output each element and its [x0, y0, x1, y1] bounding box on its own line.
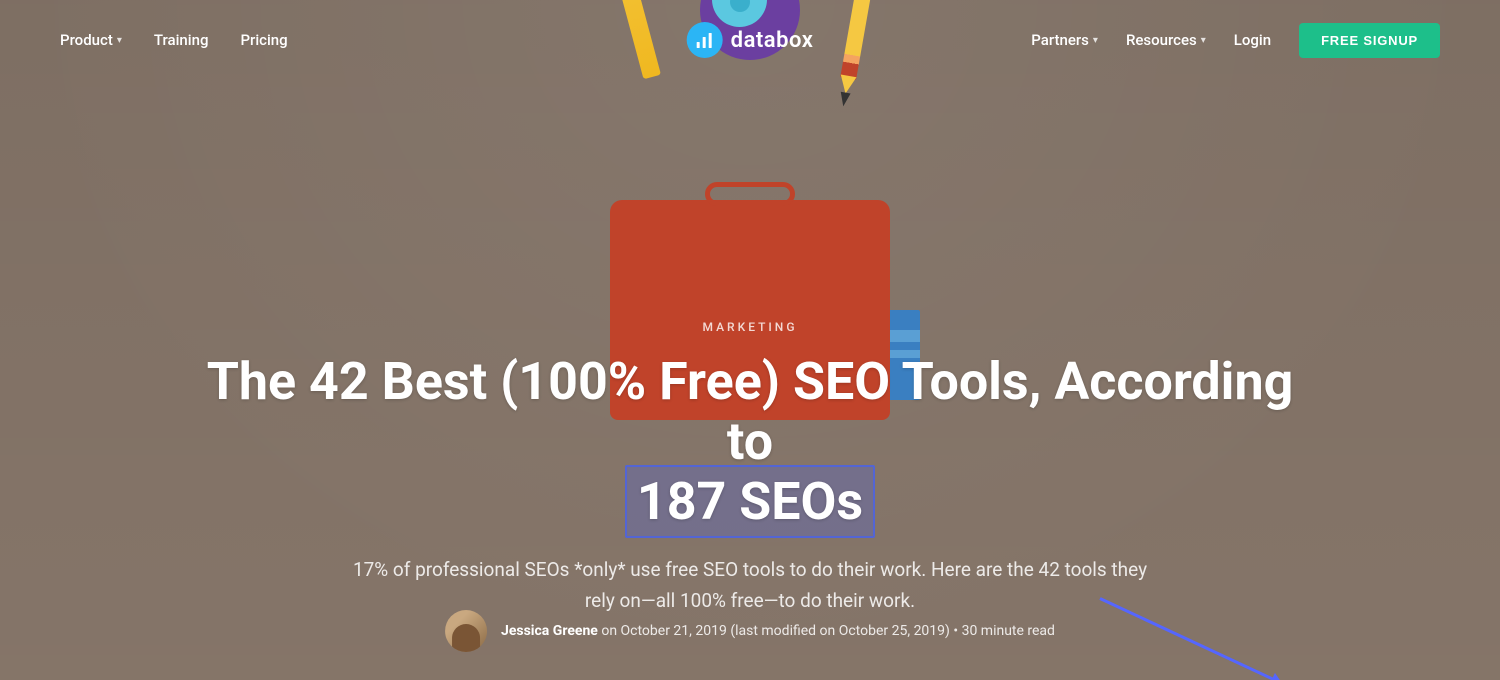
logo[interactable]: databox: [687, 22, 814, 58]
nav-item-login[interactable]: Login: [1234, 31, 1271, 49]
author-row: Jessica Greene on October 21, 2019 (last…: [445, 610, 1055, 652]
navbar: Product ▾ Training Pricing databox: [0, 0, 1500, 80]
hero-content: MARKETING The 42 Best (100% Free) SEO To…: [120, 320, 1380, 648]
avatar: [445, 610, 487, 652]
page-title: The 42 Best (100% Free) SEO Tools, Accor…: [200, 352, 1300, 531]
author-info: Jessica Greene on October 21, 2019 (last…: [501, 623, 1055, 639]
title-highlight: 187 SEOs: [625, 465, 875, 538]
nav-left: Product ▾ Training Pricing: [60, 31, 288, 49]
chevron-down-icon: ▾: [1201, 35, 1206, 46]
author-name: Jessica Greene: [501, 623, 598, 639]
nav-item-resources[interactable]: Resources ▾: [1126, 31, 1206, 49]
author-meta: on October 21, 2019 (last modified on Oc…: [598, 623, 1055, 639]
signup-button[interactable]: FREE SIGNUP: [1299, 23, 1440, 58]
logo-icon: [687, 22, 723, 58]
nav-item-training[interactable]: Training: [154, 31, 209, 49]
hero-section: Product ▾ Training Pricing databox: [0, 0, 1500, 680]
chevron-down-icon: ▾: [117, 35, 122, 46]
databox-logo-icon: [695, 30, 715, 50]
chevron-down-icon: ▾: [1093, 35, 1098, 46]
nav-item-pricing[interactable]: Pricing: [240, 31, 287, 49]
hero-subtitle: 17% of professional SEOs *only* use free…: [340, 555, 1160, 616]
nav-right: Partners ▾ Resources ▾ Login FREE SIGNUP: [1031, 23, 1440, 58]
nav-item-partners[interactable]: Partners ▾: [1031, 31, 1098, 49]
logo-text: databox: [731, 28, 814, 53]
toolbox-handle: [705, 182, 795, 206]
category-tag: MARKETING: [200, 320, 1300, 334]
nav-item-product[interactable]: Product ▾: [60, 31, 122, 49]
pencil-tip: [838, 92, 850, 108]
title-line1: The 42 Best (100% Free) SEO Tools, Accor…: [207, 351, 1294, 472]
